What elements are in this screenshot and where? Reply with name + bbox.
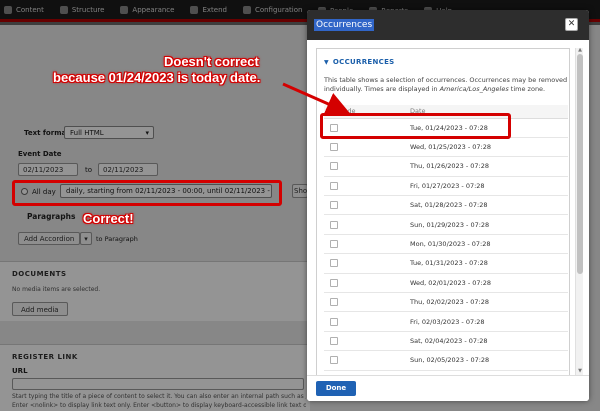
exclude-checkbox[interactable] [330,162,338,171]
exclude-checkbox[interactable] [330,259,338,268]
exclude-checkbox[interactable] [330,317,338,326]
scroll-down-icon[interactable]: ▼ [577,369,583,374]
table-row: Wed, 01/25/2023 - 07:28 [324,137,568,158]
occurrence-date: Mon, 01/30/2023 - 07:28 [402,234,568,255]
table-row: Thu, 02/02/2023 - 07:28 [324,292,568,313]
triangle-down-icon: ▼ [324,58,329,66]
correct-highlight-box [12,180,282,206]
exclude-checkbox[interactable] [330,336,338,345]
occurrences-dialog: Occurrences ✕ ▼ OCCURRENCES This table s… [307,10,589,401]
table-row: Sun, 02/05/2023 - 07:28 [324,350,568,371]
done-button[interactable]: Done [316,381,356,396]
occurrence-date: Wed, 02/01/2023 - 07:28 [402,273,568,294]
table-row: Mon, 01/30/2023 - 07:28 [324,234,568,255]
occurrences-summary-toggle[interactable]: ▼ OCCURRENCES [324,58,395,66]
occurrence-date: Thu, 02/02/2023 - 07:28 [402,292,568,313]
occurrences-description: This table shows a selection of occurren… [324,76,568,93]
wrong-highlight-box [320,113,511,139]
dialog-scrollbar[interactable]: ▲ ▼ [575,48,583,375]
scroll-up-icon[interactable]: ▲ [577,48,583,53]
wrong-annotation-line-1: Doesn't correct [164,54,259,69]
exclude-checkbox[interactable] [330,220,338,229]
occurrences-details: ▼ OCCURRENCES This table shows a selecti… [316,48,570,375]
occurrence-date: Sun, 01/29/2023 - 07:28 [402,214,568,235]
table-row: Tue, 01/31/2023 - 07:28 [324,253,568,274]
table-row: Fri, 02/03/2023 - 07:28 [324,311,568,332]
exclude-checkbox[interactable] [330,240,338,249]
occurrence-date: Sat, 01/28/2023 - 07:28 [402,195,568,216]
occurrence-date: Thu, 01/26/2023 - 07:28 [402,156,568,177]
correct-annotation: Correct! [83,211,134,226]
close-button[interactable]: ✕ [565,18,578,31]
occurrence-date: Wed, 01/25/2023 - 07:28 [402,137,568,158]
dialog-titlebar[interactable]: Occurrences ✕ [307,10,589,40]
exclude-checkbox[interactable] [330,278,338,287]
occurrences-summary-label: OCCURRENCES [332,58,395,66]
dialog-title: Occurrences [314,19,375,31]
dialog-footer: Done [307,375,589,401]
scrollbar-thumb[interactable] [577,54,583,274]
occurrences-table: Exclude Date Tue, 01/24/2023 - 07:28 Wed… [324,105,568,371]
close-icon: ✕ [567,19,576,29]
exclude-checkbox[interactable] [330,181,338,190]
occurrence-date: Fri, 02/03/2023 - 07:28 [402,311,568,332]
timezone-name: America/Los_Angeles [439,85,509,93]
wrong-annotation-line-2: because 01/24/2023 is today date. [53,70,261,85]
table-row: Sat, 02/04/2023 - 07:28 [324,331,568,352]
exclude-checkbox[interactable] [330,298,338,307]
table-row: Thu, 01/26/2023 - 07:28 [324,156,568,177]
dialog-body: ▼ OCCURRENCES This table shows a selecti… [307,40,589,375]
table-row: Wed, 02/01/2023 - 07:28 [324,273,568,294]
occurrence-date: Fri, 01/27/2023 - 07:28 [402,176,568,197]
table-row: Fri, 01/27/2023 - 07:28 [324,176,568,197]
occurrence-date: Sat, 02/04/2023 - 07:28 [402,331,568,352]
table-row: Sat, 01/28/2023 - 07:28 [324,195,568,216]
exclude-checkbox[interactable] [330,201,338,210]
exclude-checkbox[interactable] [330,143,338,152]
table-row: Sun, 01/29/2023 - 07:28 [324,214,568,235]
exclude-checkbox[interactable] [330,356,338,365]
occurrence-date: Tue, 01/31/2023 - 07:28 [402,253,568,274]
occurrence-date: Sun, 02/05/2023 - 07:28 [402,350,568,371]
